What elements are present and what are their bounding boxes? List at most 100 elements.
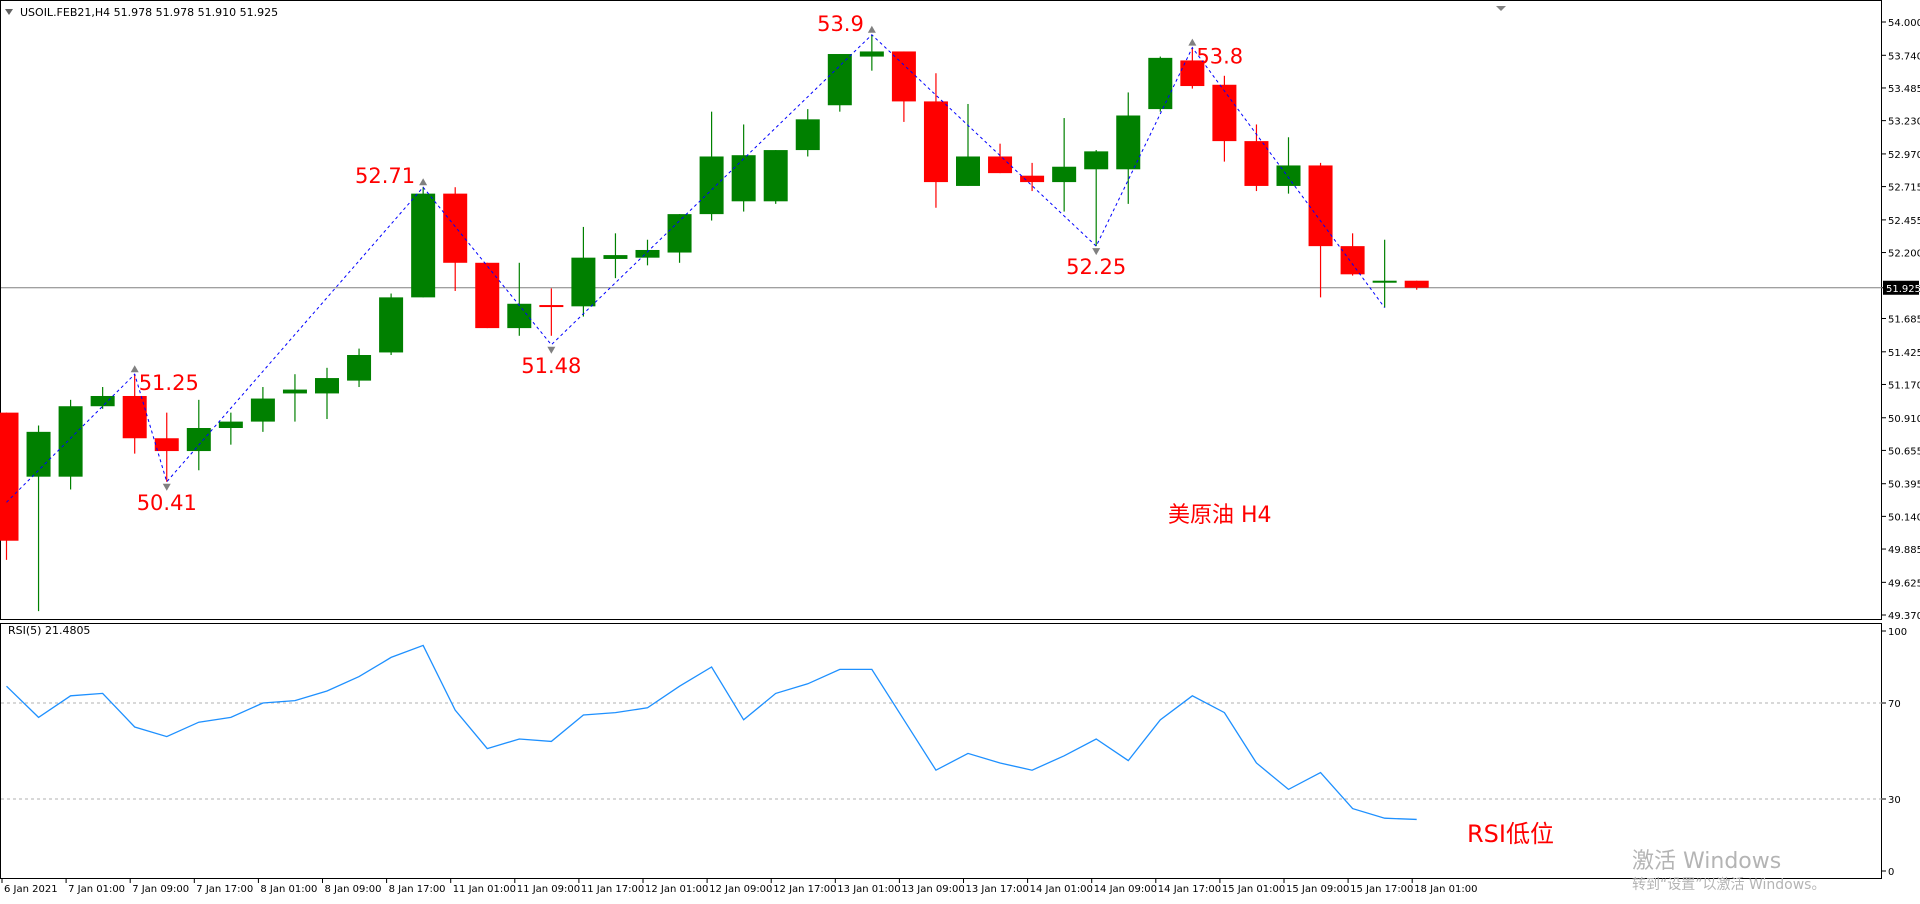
time-tick-label: 12 Jan 17:00 <box>773 884 836 895</box>
time-tick-label: 11 Jan 17:00 <box>581 884 644 895</box>
time-tick-label: 8 Jan 17:00 <box>389 884 446 895</box>
time-tick-label: 11 Jan 09:00 <box>517 884 580 895</box>
current-price-label: 51.925 <box>1886 284 1920 295</box>
rsi-tick-label: 0 <box>1888 867 1894 878</box>
symbol-header: USOIL.FEB21,H4 51.978 51.978 51.910 51.9… <box>20 6 278 19</box>
candle-body <box>1372 280 1397 283</box>
rsi-annotation: RSI低位 <box>1467 820 1554 848</box>
price-tick-label: 49.885 <box>1888 545 1920 556</box>
price-tick-label: 50.910 <box>1888 414 1920 425</box>
time-tick-label: 7 Jan 09:00 <box>132 884 189 895</box>
rsi-label: RSI(5) 21.4805 <box>8 624 90 637</box>
pivot-label: 52.71 <box>355 164 415 188</box>
candle[interactable] <box>1148 56 1173 112</box>
candle[interactable] <box>379 293 404 356</box>
time-tick-label: 7 Jan 01:00 <box>68 884 125 895</box>
candle-body <box>1212 84 1237 142</box>
pivot-label: 50.41 <box>137 491 197 515</box>
time-tick-label: 12 Jan 09:00 <box>709 884 772 895</box>
pivot-label: 51.48 <box>521 354 581 378</box>
candle-body <box>90 395 115 407</box>
candle-body <box>571 257 596 307</box>
candle-body <box>988 156 1013 174</box>
candle-body <box>58 406 83 477</box>
price-panel-frame <box>0 0 1882 620</box>
trading-chart[interactable]: 51.25 50.41 52.71 51.48 53.9 52.25 53.8 54.000… <box>0 0 1920 900</box>
candle-body <box>411 193 436 298</box>
time-tick-label: 15 Jan 09:00 <box>1286 884 1349 895</box>
price-tick-label: 54.000 <box>1888 18 1920 29</box>
candle[interactable] <box>411 187 436 298</box>
pivot-label: 53.9 <box>817 12 864 36</box>
price-tick-label: 50.395 <box>1888 480 1920 491</box>
pivot-label: 53.8 <box>1196 45 1243 69</box>
candle-body <box>827 54 852 106</box>
rsi-tick-label: 30 <box>1888 795 1901 806</box>
candle-body <box>379 297 404 353</box>
candle-body <box>667 214 692 253</box>
candle[interactable] <box>827 54 852 112</box>
candle-body <box>859 51 884 57</box>
candle-body <box>731 155 756 202</box>
candle-body <box>603 255 628 259</box>
candle-body <box>26 431 51 477</box>
candle-body <box>956 156 980 186</box>
price-tick-label: 49.370 <box>1888 611 1920 622</box>
candle-body <box>1244 141 1269 186</box>
time-tick-label: 12 Jan 01:00 <box>645 884 708 895</box>
price-tick-label: 52.200 <box>1888 249 1920 260</box>
rsi-tick-label: 100 <box>1888 627 1907 638</box>
candle-body <box>443 193 468 263</box>
pivot-label: 52.25 <box>1066 255 1126 279</box>
price-tick-label: 53.485 <box>1888 84 1920 95</box>
time-tick-label: 18 Jan 01:00 <box>1414 884 1477 895</box>
rsi-panel-frame <box>0 623 1882 879</box>
candle-body <box>699 156 724 215</box>
candle-body <box>1052 166 1077 183</box>
price-tick-label: 51.685 <box>1888 315 1920 326</box>
candle-body <box>1084 151 1109 170</box>
chart-canvas[interactable]: 51.25 50.41 52.71 51.48 53.9 52.25 53.8 54.000… <box>0 0 1920 900</box>
candle-body <box>763 150 788 202</box>
candle-body <box>154 438 179 452</box>
candle-body <box>795 119 820 151</box>
candle-body <box>1116 115 1141 170</box>
candle-body <box>186 428 211 452</box>
candle-body <box>1020 175 1045 183</box>
price-tick-label: 52.715 <box>1888 183 1920 194</box>
time-tick-label: 14 Jan 01:00 <box>1030 884 1093 895</box>
price-tick-label: 50.140 <box>1888 512 1920 523</box>
candle-body <box>1148 57 1173 110</box>
time-tick-label: 11 Jan 01:00 <box>453 884 516 895</box>
chart-annotation-title: 美原油 H4 <box>1168 503 1272 528</box>
activation-watermark-title: 激活 Windows <box>1632 849 1781 874</box>
candle[interactable] <box>0 412 19 560</box>
price-tick-label: 49.625 <box>1888 578 1920 589</box>
candle-body <box>0 412 19 541</box>
candle-body <box>282 389 307 394</box>
rsi-tick-label: 70 <box>1888 699 1901 710</box>
candle-body <box>1276 165 1301 186</box>
time-tick-label: 8 Jan 09:00 <box>325 884 382 895</box>
candle-body <box>315 378 339 394</box>
price-tick-label: 51.425 <box>1888 348 1920 359</box>
price-tick-label: 50.655 <box>1888 446 1920 457</box>
candle-body <box>891 51 916 102</box>
candle-body <box>1308 165 1333 247</box>
time-tick-label: 15 Jan 01:00 <box>1222 884 1285 895</box>
time-tick-label: 15 Jan 17:00 <box>1350 884 1413 895</box>
candle[interactable] <box>763 150 788 204</box>
candle-body <box>539 305 564 308</box>
time-tick-label: 7 Jan 17:00 <box>196 884 253 895</box>
candle-body <box>507 303 532 329</box>
price-tick-label: 52.455 <box>1888 216 1920 227</box>
candle-body <box>475 262 500 329</box>
candle-body <box>218 421 243 429</box>
time-tick-label: 14 Jan 17:00 <box>1158 884 1221 895</box>
activation-watermark-subtitle: 转到“设置”以激活 Windows。 <box>1632 876 1825 893</box>
candle[interactable] <box>475 262 500 329</box>
time-tick-label: 14 Jan 09:00 <box>1094 884 1157 895</box>
candle[interactable] <box>58 399 83 490</box>
candle-body <box>923 101 948 183</box>
candle-body <box>1340 246 1365 275</box>
